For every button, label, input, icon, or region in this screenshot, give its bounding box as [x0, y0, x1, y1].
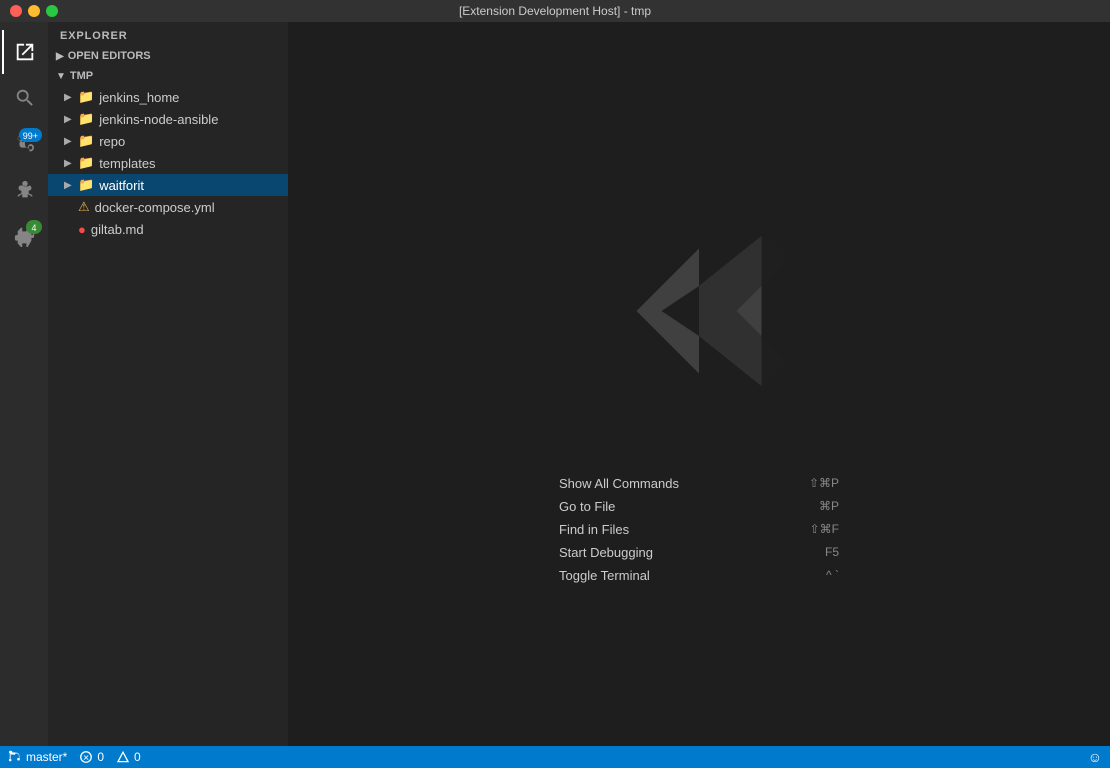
search-activity-icon[interactable] — [2, 76, 46, 120]
tree-item-label: jenkins_home — [99, 90, 179, 105]
tree-item-jenkins-home[interactable]: ▶ 📁 jenkins_home — [48, 86, 288, 108]
status-bar: master* ✕ 0 0 ☺ — [0, 746, 1110, 768]
shortcut-row: Toggle Terminal ^ ` — [559, 568, 839, 583]
extensions-badge: 4 — [26, 220, 42, 234]
shortcut-keys: ⌘P — [819, 499, 839, 513]
tree-item-repo[interactable]: ▶ 📁 repo — [48, 130, 288, 152]
svg-text:✕: ✕ — [83, 754, 90, 763]
shortcut-keys: ^ ` — [826, 568, 839, 582]
tree-item-label: jenkins-node-ansible — [99, 112, 218, 127]
folder-icon: 📁 — [78, 177, 94, 193]
tree-item-label: giltab.md — [91, 222, 144, 237]
tree-item-docker-compose[interactable]: ▶ ⚠ docker-compose.yml — [48, 196, 288, 218]
folder-icon: 📁 — [78, 89, 94, 105]
tree-item-label: repo — [99, 134, 125, 149]
tmp-section-header[interactable]: ▼ TMP — [48, 66, 288, 86]
shortcut-keys: ⇧⌘P — [809, 476, 839, 490]
tree-item-label: templates — [99, 156, 155, 171]
tmp-section-arrow: ▼ — [56, 71, 66, 82]
shortcut-label: Start Debugging — [559, 545, 653, 560]
main-layout: 99+ 4 EXPLORER ▶ OPEN EDITORS ▼ TMP — [0, 22, 1110, 746]
tmp-section-label: TMP — [70, 70, 93, 82]
folder-icon: 📁 — [78, 155, 94, 171]
sidebar-title: EXPLORER — [48, 22, 288, 46]
shortcuts-list: Show All Commands ⇧⌘P Go to File ⌘P Find… — [559, 476, 839, 583]
close-button[interactable] — [10, 5, 22, 17]
warnings-status[interactable]: 0 — [116, 750, 141, 764]
shortcut-keys: F5 — [825, 545, 839, 559]
tree-item-label: docker-compose.yml — [95, 200, 215, 215]
title-bar: [Extension Development Host] - tmp — [0, 0, 1110, 22]
error-icon: ● — [78, 222, 86, 237]
extensions-activity-icon[interactable]: 4 — [2, 214, 46, 258]
maximize-button[interactable] — [46, 5, 58, 17]
tree-item-label: waitforit — [99, 178, 144, 193]
smiley-icon: ☺ — [1088, 749, 1102, 765]
tree-item-templates[interactable]: ▶ 📁 templates — [48, 152, 288, 174]
errors-count: 0 — [97, 750, 104, 764]
sidebar: EXPLORER ▶ OPEN EDITORS ▼ TMP ▶ 📁 jenkin… — [48, 22, 288, 746]
shortcut-label: Toggle Terminal — [559, 568, 650, 583]
vscode-logo — [574, 186, 824, 436]
warnings-count: 0 — [134, 750, 141, 764]
editor-area: Show All Commands ⇧⌘P Go to File ⌘P Find… — [288, 22, 1110, 746]
folder-icon: 📁 — [78, 133, 94, 149]
folder-arrow: ▶ — [64, 136, 74, 147]
folder-arrow: ▶ — [64, 114, 74, 125]
activity-bar: 99+ 4 — [0, 22, 48, 746]
error-status-icon: ✕ — [79, 750, 93, 764]
tree-item-giltab[interactable]: ▶ ● giltab.md — [48, 218, 288, 240]
tree-item-jenkins-node-ansible[interactable]: ▶ 📁 jenkins-node-ansible — [48, 108, 288, 130]
git-branch-icon — [8, 750, 22, 764]
shortcut-row: Start Debugging F5 — [559, 545, 839, 560]
shortcut-row: Show All Commands ⇧⌘P — [559, 476, 839, 491]
open-editors-label: OPEN EDITORS — [68, 50, 151, 62]
shortcut-label: Find in Files — [559, 522, 629, 537]
shortcut-label: Show All Commands — [559, 476, 679, 491]
shortcut-row: Find in Files ⇧⌘F — [559, 522, 839, 537]
debug-activity-icon[interactable] — [2, 168, 46, 212]
git-branch-label: master* — [26, 750, 67, 764]
warning-status-icon — [116, 750, 130, 764]
source-control-badge: 99+ — [19, 128, 42, 142]
shortcut-label: Go to File — [559, 499, 615, 514]
folder-icon: 📁 — [78, 111, 94, 127]
shortcut-keys: ⇧⌘F — [810, 522, 839, 536]
shortcut-row: Go to File ⌘P — [559, 499, 839, 514]
window-title: [Extension Development Host] - tmp — [459, 4, 651, 18]
folder-arrow: ▶ — [64, 92, 74, 103]
explorer-activity-icon[interactable] — [2, 30, 46, 74]
feedback-button[interactable]: ☺ — [1088, 749, 1102, 765]
minimize-button[interactable] — [28, 5, 40, 17]
errors-status[interactable]: ✕ 0 — [79, 750, 104, 764]
open-editors-header[interactable]: ▶ OPEN EDITORS — [48, 46, 288, 66]
git-branch-status[interactable]: master* — [8, 750, 67, 764]
window-controls — [10, 5, 58, 17]
tree-item-waitforit[interactable]: ▶ 📁 waitforit — [48, 174, 288, 196]
folder-arrow: ▶ — [64, 180, 74, 191]
open-editors-arrow: ▶ — [56, 51, 64, 62]
source-control-activity-icon[interactable]: 99+ — [2, 122, 46, 166]
warning-icon: ⚠ — [78, 199, 90, 215]
folder-arrow: ▶ — [64, 158, 74, 169]
